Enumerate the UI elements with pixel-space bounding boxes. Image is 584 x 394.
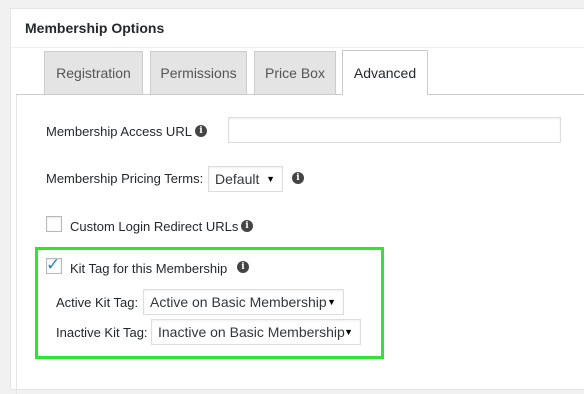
custom-login-label: Custom Login Redirect URLs	[70, 219, 239, 234]
info-icon[interactable]: i	[241, 220, 253, 232]
panel-title: Membership Options	[25, 20, 165, 36]
tab-bar-divider	[16, 94, 584, 95]
info-icon[interactable]: i	[292, 172, 304, 184]
dropdown-arrow-icon: ▼	[327, 297, 336, 307]
custom-login-checkbox[interactable]	[46, 216, 62, 232]
info-icon[interactable]: i	[195, 125, 207, 137]
pricing-terms-select[interactable]: Default ▼	[208, 166, 283, 192]
pricing-terms-selected: Default	[215, 171, 260, 187]
inactive-kit-tag-selected: Inactive on Basic Membership	[158, 324, 345, 340]
active-kit-tag-select[interactable]: Active on Basic Membership ▼	[143, 289, 344, 315]
info-icon[interactable]: i	[237, 261, 249, 273]
panel-divider	[11, 47, 584, 48]
kit-tag-label: Kit Tag for this Membership	[70, 261, 228, 276]
dropdown-arrow-icon: ▼	[266, 174, 275, 184]
active-kit-tag-label: Active Kit Tag:	[56, 295, 139, 310]
access-url-input[interactable]	[228, 117, 561, 143]
access-url-label: Membership Access URL	[46, 124, 192, 139]
tab-price-box[interactable]: Price Box	[254, 51, 336, 94]
inactive-kit-tag-select[interactable]: Inactive on Basic Membership ▼	[151, 319, 361, 345]
dropdown-arrow-icon: ▼	[344, 327, 353, 337]
active-kit-tag-selected: Active on Basic Membership	[150, 294, 327, 310]
tab-registration[interactable]: Registration	[44, 51, 143, 94]
tab-permissions[interactable]: Permissions	[150, 51, 247, 94]
tab-advanced[interactable]: Advanced	[342, 50, 428, 95]
kit-tag-checkbox[interactable]: ✓	[46, 255, 62, 275]
pricing-terms-label: Membership Pricing Terms:	[46, 171, 204, 186]
inactive-kit-tag-label: Inactive Kit Tag:	[56, 325, 148, 340]
checkmark-icon: ✓	[46, 255, 61, 275]
